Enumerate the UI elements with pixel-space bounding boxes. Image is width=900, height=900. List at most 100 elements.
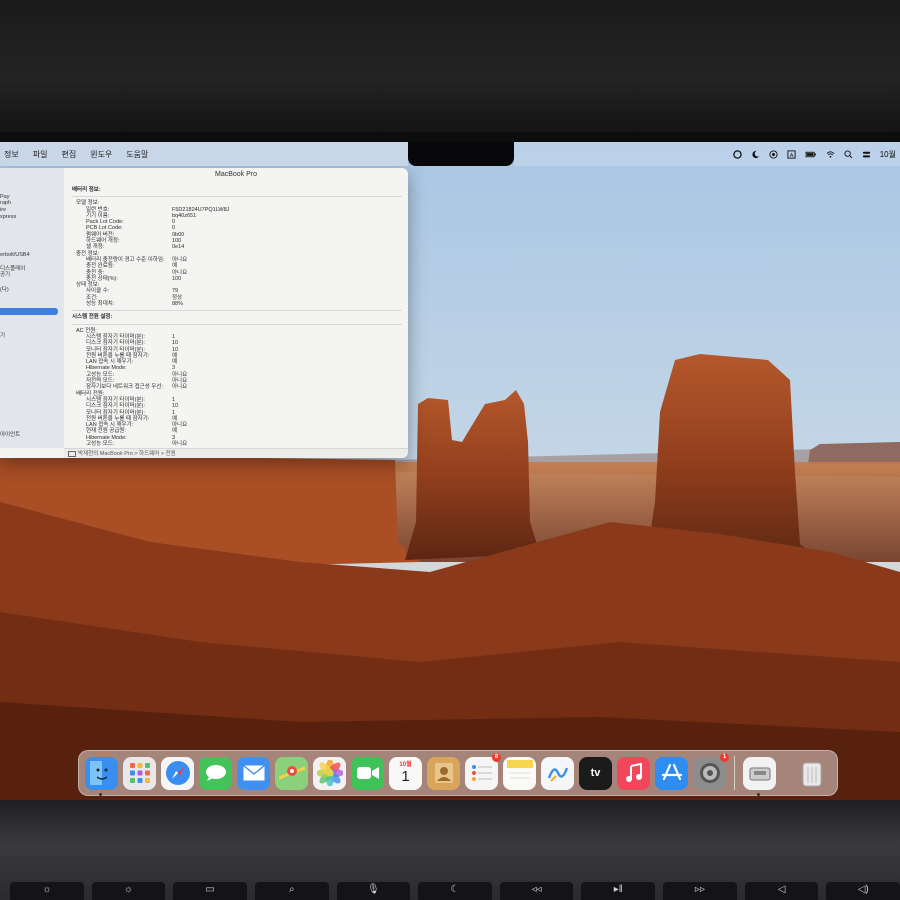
- model-rows: 일련 번호: F5D21824U7PQ1LW8J 기기 이름: bq40z651 Pac…: [72, 207, 402, 251]
- notes-icon[interactable]: [503, 756, 536, 790]
- power-info-content: 배터리 정보: 모델 정보: 일련 번호: F5D21824U7PQ1LW8J 기기…: [72, 184, 402, 447]
- divider: [72, 310, 402, 312]
- menu-window[interactable]: 윈도우: [90, 149, 112, 160]
- sidebar-item[interactable]: xpress: [0, 214, 16, 220]
- info-row: 성능 최대치: 88%: [86, 301, 402, 307]
- info-row: 셀 개정: 0e14: [86, 244, 402, 250]
- info-value: 100: [172, 275, 182, 282]
- key-do-not-disturb[interactable]: ☾: [418, 882, 492, 900]
- ac-rows: 시스템 잠자기 타이머(분): 1 디스크 잠자기 타이머(분): 10 모니터 잠자기…: [72, 334, 402, 391]
- key-mission-control[interactable]: ▭: [173, 882, 247, 900]
- sidebar-item[interactable]: (다): [0, 285, 9, 293]
- music-icon[interactable]: [617, 756, 650, 790]
- key-volume[interactable]: ◁): [826, 882, 900, 900]
- photos-icon[interactable]: [313, 756, 346, 790]
- divider: [72, 196, 402, 198]
- key-mute[interactable]: ◁: [744, 882, 819, 900]
- search-icon[interactable]: [844, 149, 853, 159]
- running-indicator: [757, 792, 760, 796]
- sidebar-item[interactable]: erbolt/USB4: [0, 252, 30, 258]
- battery-icon[interactable]: [805, 150, 817, 159]
- disk-utility-icon[interactable]: [743, 756, 776, 796]
- key-rewind[interactable]: ◃◃: [499, 882, 574, 900]
- moon-icon[interactable]: [751, 150, 760, 159]
- menu-file[interactable]: 파일: [33, 149, 48, 160]
- status-path: 박재현의 MacBook Pro > 하드웨어 > 전원: [78, 451, 176, 457]
- control-center-icon[interactable]: [862, 150, 871, 159]
- sidebar-item[interactable]: ire: [0, 207, 6, 213]
- maps-icon[interactable]: [275, 756, 308, 790]
- mail-icon[interactable]: [237, 756, 270, 790]
- messages-icon[interactable]: [199, 756, 232, 790]
- screen-record-icon[interactable]: [769, 149, 778, 159]
- function-key-row: ☼ ☼ ▭ ⌕ 🎙 ☾ ◃◃ ▸‖ ▹▹ ◁ ◁): [10, 882, 900, 900]
- info-key: 셀 개정:: [86, 244, 105, 251]
- sidebar-item[interactable]: raph: [0, 200, 11, 206]
- info-value: 0e14: [172, 244, 185, 251]
- status-path-bar: 박재현의 MacBook Pro > 하드웨어 > 전원: [64, 448, 408, 458]
- key-brightness-down[interactable]: ☼: [10, 882, 84, 900]
- key-spotlight[interactable]: ⌕: [254, 882, 329, 900]
- menu-bar-left: 정보 파일 편집 윈도우 도움말: [0, 142, 408, 166]
- finder-icon[interactable]: [85, 756, 118, 796]
- apple-tv-icon[interactable]: tv: [579, 756, 612, 790]
- screen: 정보 파일 편집 윈도우 도움말 A 10월 Pay raph ire xpress e…: [0, 142, 900, 800]
- laptop-bezel-top: [0, 0, 900, 132]
- sidebar-item[interactable]: 공기: [0, 270, 10, 278]
- system-information-window: Pay raph ire xpress erbolt/USB4 디스플레이 공기 (다) 기 아이…: [0, 168, 408, 458]
- dock-separator: [785, 756, 786, 790]
- svg-text:A: A: [789, 153, 793, 159]
- system-settings-badge: 1: [720, 752, 729, 762]
- reminders-badge: 8: [492, 752, 501, 762]
- calendar-day: 1: [401, 767, 410, 785]
- battery-heading: 배터리 정보:: [72, 187, 101, 193]
- info-row: 고성능 모드: 아니요: [86, 441, 402, 447]
- menu-edit[interactable]: 편집: [61, 149, 76, 160]
- menu-bar-right: A 10월: [514, 142, 900, 166]
- key-play-pause[interactable]: ▸‖: [581, 882, 656, 900]
- menu-clock[interactable]: 10월: [880, 149, 896, 160]
- battery-power-rows: 시스템 잠자기 타이머(분): 1 디스크 잠자기 타이머(분): 10 모니터 잠자기…: [72, 397, 402, 447]
- info-value: 아니요: [172, 384, 188, 391]
- calendar-month: 10월: [399, 761, 412, 768]
- system-settings-icon[interactable]: 1: [693, 752, 729, 790]
- key-fast-forward[interactable]: ▹▹: [663, 882, 737, 900]
- menu-help[interactable]: 도움말: [126, 149, 148, 160]
- wifi-icon[interactable]: [826, 150, 835, 159]
- info-key: 잠자기보다 네트워크 접근성 우선:: [86, 384, 163, 391]
- menu-info[interactable]: 정보: [4, 149, 19, 160]
- dock-separator: [734, 756, 735, 790]
- window-title: MacBook Pro: [214, 171, 258, 178]
- window-sidebar: Pay raph ire xpress erbolt/USB4 디스플레이 공기 (다) 기 아이…: [0, 168, 64, 448]
- sidebar-item[interactable]: 아이언트: [0, 430, 20, 438]
- sidebar-item[interactable]: 기: [0, 331, 5, 339]
- info-value: 아니요: [172, 440, 188, 447]
- divider: [72, 323, 402, 325]
- creative-cloud-icon[interactable]: [733, 149, 742, 159]
- launchpad-icon[interactable]: [123, 756, 156, 790]
- camera-notch: [408, 142, 514, 166]
- calendar-icon[interactable]: 10월 1: [389, 756, 422, 790]
- apple-tv-label: tv: [590, 767, 601, 779]
- safari-icon[interactable]: [161, 756, 194, 790]
- health-rows: 사이클 수: 79 조건: 정상 성능 최대치: 88%: [72, 288, 402, 307]
- dock: 10월 1 8 tv 1: [78, 750, 838, 796]
- info-row: 잠자기보다 네트워크 접근성 우선: 아니요: [86, 384, 402, 390]
- facetime-icon[interactable]: [351, 756, 384, 790]
- info-value: 88%: [172, 301, 184, 308]
- reminders-icon[interactable]: 8: [465, 752, 501, 790]
- info-key: 고성능 모드:: [86, 440, 115, 447]
- running-indicator: [99, 792, 102, 796]
- sidebar-selection-power[interactable]: [0, 308, 58, 315]
- info-row: 충전 상태(%): 100: [86, 276, 402, 282]
- key-brightness-up[interactable]: ☼: [91, 882, 166, 900]
- input-source-icon[interactable]: A: [787, 149, 796, 159]
- power-settings-heading: 시스템 전원 설정:: [72, 314, 113, 321]
- trash-icon[interactable]: [795, 757, 828, 790]
- charge-rows: 배터리 충전량이 경고 수준 이하임: 아니요 충전 완료됨: 예 충전 중: 아니요 충전…: [72, 257, 402, 282]
- laptop-icon: [68, 450, 76, 457]
- contacts-icon[interactable]: [427, 756, 460, 790]
- app-store-icon[interactable]: [655, 756, 688, 790]
- key-dictation[interactable]: 🎙: [336, 882, 411, 900]
- freeform-icon[interactable]: [541, 756, 574, 790]
